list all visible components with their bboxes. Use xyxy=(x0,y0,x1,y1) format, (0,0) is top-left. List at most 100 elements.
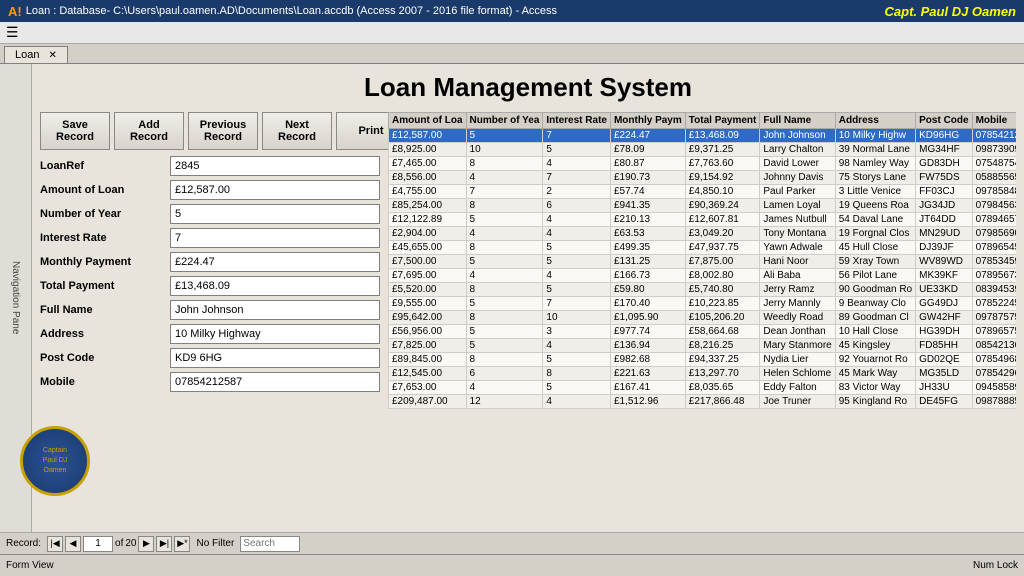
monthly-input[interactable] xyxy=(170,252,380,272)
search-input[interactable] xyxy=(240,536,300,552)
interest-row: Interest Rate xyxy=(40,228,380,248)
author-credit: Capt. Paul DJ Oamen xyxy=(885,4,1016,19)
previous-record-button[interactable]: Previous Record xyxy=(188,112,258,150)
table-row[interactable]: £4,755.0072£57.74£4,850.10Paul Parker3 L… xyxy=(389,185,1017,199)
table-cell: 10 xyxy=(543,311,611,325)
table-row[interactable]: £85,254.0086£941.35£90,369.24Lamen Loyal… xyxy=(389,199,1017,213)
first-record-btn[interactable]: |◀ xyxy=(47,536,63,552)
table-row[interactable]: £7,653.0045£167.41£8,035.65Eddy Falton83… xyxy=(389,381,1017,395)
table-cell: 54 Daval Lane xyxy=(835,213,915,227)
loan-tab[interactable]: Loan ✕ xyxy=(4,46,68,63)
table-cell: 98 Namley Way xyxy=(835,157,915,171)
next-record-btn[interactable]: ▶ xyxy=(138,536,154,552)
table-row[interactable]: £12,545.0068£221.63£13,297.70Helen Schlo… xyxy=(389,367,1017,381)
table-row[interactable]: £209,487.00124£1,512.96£217,866.48Joe Tr… xyxy=(389,395,1017,409)
logo-overlay: Captain Paul DJ Oamen xyxy=(20,426,90,496)
table-cell: 5 xyxy=(466,213,543,227)
last-record-btn[interactable]: ▶| xyxy=(156,536,172,552)
table-cell: £1,512.96 xyxy=(610,395,685,409)
table-row[interactable]: £9,555.0057£170.40£10,223.85Jerry Mannly… xyxy=(389,297,1017,311)
table-cell: £7,465.00 xyxy=(389,157,467,171)
table-row[interactable]: £89,845.0085£982.68£94,337.25Nydia Lier9… xyxy=(389,353,1017,367)
add-record-button[interactable]: Add Record xyxy=(114,112,184,150)
table-cell: £170.40 xyxy=(610,297,685,311)
table-row[interactable]: £5,520.0085£59.80£5,740.80Jerry Ramz90 G… xyxy=(389,283,1017,297)
table-cell: 7 xyxy=(543,297,611,311)
table-cell: Jerry Ramz xyxy=(760,283,835,297)
tab-label: Loan xyxy=(15,49,39,61)
table-row[interactable]: £95,642.00810£1,095.90£105,206.20Weedly … xyxy=(389,311,1017,325)
amount-input[interactable] xyxy=(170,180,380,200)
table-cell: 83 Victor Way xyxy=(835,381,915,395)
next-record-button[interactable]: Next Record xyxy=(262,112,332,150)
table-cell: £1,095.90 xyxy=(610,311,685,325)
table-cell: £7,653.00 xyxy=(389,381,467,395)
table-cell: FD85HH xyxy=(916,339,972,353)
table-cell: 2 xyxy=(543,185,611,199)
table-cell: GD83DH xyxy=(916,157,972,171)
table-cell: WV89WD xyxy=(916,255,972,269)
table-row[interactable]: £12,122.8954£210.13£12,607.81James Nutbu… xyxy=(389,213,1017,227)
table-cell: £12,587.00 xyxy=(389,129,467,143)
window-title: Loan : Database- C:\Users\paul.oamen.AD\… xyxy=(26,5,557,17)
table-row[interactable]: £7,465.0084£80.87£7,763.60David Lower98 … xyxy=(389,157,1017,171)
tab-close-icon[interactable]: ✕ xyxy=(49,50,57,61)
table-cell: Tony Montana xyxy=(760,227,835,241)
current-record-input[interactable] xyxy=(83,536,113,552)
table-cell: £57.74 xyxy=(610,185,685,199)
table-cell: 75 Storys Lane xyxy=(835,171,915,185)
total-input[interactable] xyxy=(170,276,380,296)
table-cell: 7 xyxy=(543,129,611,143)
table-cell: £7,763.60 xyxy=(685,157,760,171)
table-cell: 09878885854 xyxy=(972,395,1016,409)
table-cell: £12,607.81 xyxy=(685,213,760,227)
prev-record-btn[interactable]: ◀ xyxy=(65,536,81,552)
logo-line3: Oamen xyxy=(43,466,68,476)
table-cell: 95 Kingland Ro xyxy=(835,395,915,409)
table-row[interactable]: £7,500.0055£131.25£7,875.00Hani Noor59 X… xyxy=(389,255,1017,269)
new-record-btn[interactable]: ▶* xyxy=(174,536,190,552)
table-row[interactable]: £2,904.0044£63.53£3,049.20Tony Montana19… xyxy=(389,227,1017,241)
col-address: Address xyxy=(835,113,915,129)
table-cell: £8,035.65 xyxy=(685,381,760,395)
col-total: Total Payment xyxy=(685,113,760,129)
table-cell: Joe Truner xyxy=(760,395,835,409)
save-record-button[interactable]: Save Record xyxy=(40,112,110,150)
table-cell: £13,297.70 xyxy=(685,367,760,381)
table-row[interactable]: £12,587.0057£224.47£13,468.09John Johnso… xyxy=(389,129,1017,143)
table-cell: £12,545.00 xyxy=(389,367,467,381)
table-cell: MG35LD xyxy=(916,367,972,381)
table-row[interactable]: £7,695.0044£166.73£8,002.80Ali Baba56 Pi… xyxy=(389,269,1017,283)
table-cell: 39 Normal Lane xyxy=(835,143,915,157)
fullname-input[interactable] xyxy=(170,300,380,320)
loanref-input[interactable] xyxy=(170,156,380,176)
table-cell: £78.09 xyxy=(610,143,685,157)
table-cell: FW75DS xyxy=(916,171,972,185)
table-cell: KD96HG xyxy=(916,129,972,143)
postcode-input[interactable] xyxy=(170,348,380,368)
table-cell: £59.80 xyxy=(610,283,685,297)
table-cell: 3 xyxy=(543,325,611,339)
years-input[interactable] xyxy=(170,204,380,224)
address-input[interactable] xyxy=(170,324,380,344)
table-cell: £12,122.89 xyxy=(389,213,467,227)
table-cell: 5 xyxy=(543,143,611,157)
table-cell: £63.53 xyxy=(610,227,685,241)
table-cell: 07853459953 xyxy=(972,255,1016,269)
table-cell: 09458589493 xyxy=(972,381,1016,395)
table-cell: 92 Youarnot Ro xyxy=(835,353,915,367)
table-row[interactable]: £45,655.0085£499.35£47,937.75Yawn Adwale… xyxy=(389,241,1017,255)
table-cell: 90 Goodman Ro xyxy=(835,283,915,297)
table-row[interactable]: £56,956.0053£977.74£58,664.68Dean Jontha… xyxy=(389,325,1017,339)
mobile-input[interactable] xyxy=(170,372,380,392)
interest-input[interactable] xyxy=(170,228,380,248)
table-cell: David Lower xyxy=(760,157,835,171)
table-row[interactable]: £7,825.0054£136.94£8,216.25Mary Stanmore… xyxy=(389,339,1017,353)
col-amount: Amount of Loa xyxy=(389,113,467,129)
total-records: 20 xyxy=(125,538,136,549)
main-container: Navigation Pane Loan Management System S… xyxy=(0,64,1024,532)
table-row[interactable]: £8,925.00105£78.09£9,371.25Larry Chalton… xyxy=(389,143,1017,157)
table-cell: 45 Hull Close xyxy=(835,241,915,255)
table-row[interactable]: £8,556.0047£190.73£9,154.92Johnny Davis7… xyxy=(389,171,1017,185)
table-cell: 4 xyxy=(543,269,611,283)
